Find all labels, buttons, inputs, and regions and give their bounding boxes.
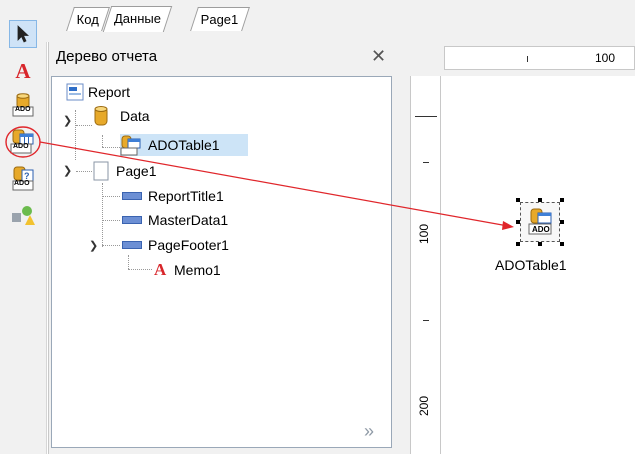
ado-query-icon: ? [12, 166, 34, 191]
text-a-icon: A [15, 58, 31, 83]
text-a-icon: A [154, 260, 167, 279]
text-tool-button[interactable]: A [9, 57, 37, 85]
highlight-circle [5, 126, 41, 158]
tab-strip: Код Данные Page1 [46, 0, 635, 42]
ruler-label-100: 100 [417, 223, 431, 244]
band-icon [122, 216, 142, 224]
report-tree: Report ❯ Data ADOTable1 ❯ Page1 ReportTi… [51, 76, 392, 448]
tab-page1[interactable]: Page1 [190, 7, 250, 31]
vertical-ruler: 100 200 [410, 76, 440, 454]
component-toolbar: A ADO ADO ? ADO [0, 0, 47, 454]
ruler-label-200: 200 [417, 395, 431, 416]
ado-label: ADO [15, 106, 31, 113]
chevron-down-icon[interactable]: ❯ [89, 239, 98, 252]
cursor-arrow-icon [17, 25, 30, 43]
chevron-down-icon[interactable]: ❯ [63, 164, 72, 177]
band-icon [122, 192, 142, 200]
horizontal-ruler: 100 [444, 46, 635, 70]
ruler-label-100: 100 [595, 51, 616, 65]
ado-table-icon [120, 135, 141, 156]
band-icon [122, 241, 142, 249]
canvas-component-label: ADOTable1 [495, 257, 567, 273]
ado-label: ADO [14, 180, 30, 187]
ado-label: ADO [532, 225, 550, 234]
shapes-tool-button[interactable] [9, 202, 37, 230]
panel-title: Дерево отчета [56, 48, 158, 65]
shapes-icon [12, 206, 35, 225]
ado-query-tool-button[interactable]: ? ADO [9, 165, 37, 193]
chevron-down-icon[interactable]: ❯ [63, 114, 72, 127]
database-icon [94, 106, 108, 126]
canvas-adotable1-component[interactable]: ADO [516, 198, 564, 246]
page-icon [93, 161, 109, 181]
report-icon [66, 83, 84, 101]
expand-icon[interactable]: » [364, 421, 374, 442]
select-tool-button[interactable] [9, 20, 37, 48]
tree-node-adotable1[interactable]: ADOTable1 [120, 134, 248, 156]
ado-database-tool-button[interactable]: ADO [9, 92, 37, 120]
tab-data[interactable]: Данные [102, 6, 173, 32]
close-icon[interactable]: ✕ [371, 46, 386, 67]
